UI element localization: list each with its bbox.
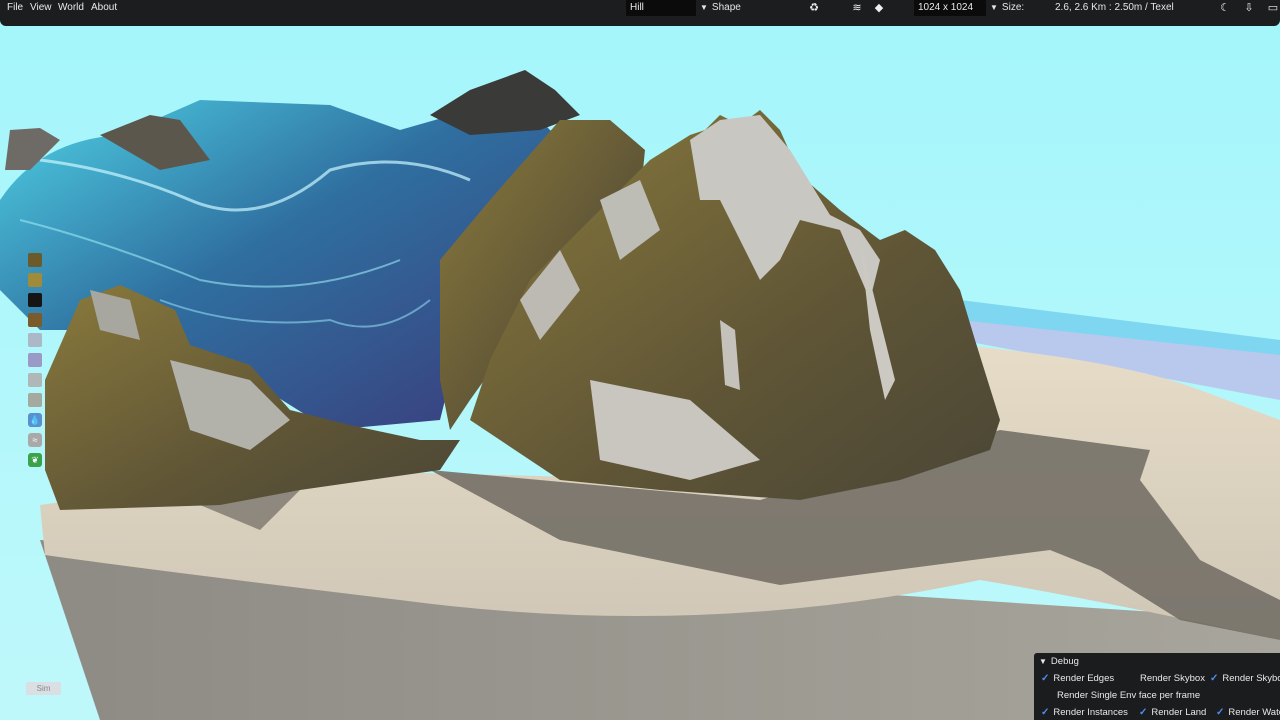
swatch-2[interactable] [28,293,42,307]
debug-header[interactable]: ▼ Debug [1039,656,1079,667]
menu-file[interactable]: File [7,0,23,16]
option-label: Render Land [1151,707,1207,718]
moon-icon[interactable]: ☾ [1218,0,1232,16]
option-render-skybox[interactable]: Render Skybox [1140,673,1205,684]
checkbox-checked-icon: ✓ [1210,673,1219,684]
checkbox-checked-icon: ✓ [1216,707,1225,718]
swatch-1[interactable] [28,273,42,287]
dropdown-caret-icon: ▼ [990,3,998,12]
checkbox-checked-icon: ✓ [1041,707,1050,718]
layers-icon[interactable]: ≋ [850,0,864,16]
size-dropdown[interactable]: ▼ Size: [990,0,1024,16]
eraser-icon[interactable]: ◆ [872,0,886,16]
plant-icon[interactable]: ❦ [28,453,42,467]
brush-field[interactable]: Hill [626,0,696,16]
debug-panel: ▼ Debug ✓ Render Edges Render Skybox ✓ Rend… [1034,653,1280,720]
top-menu-bar: File View World About Hill ▼ Shape ♻ ≋ ◆ … [0,0,1280,26]
option-render-instances[interactable]: ✓ Render Instances [1041,707,1128,718]
swatch-4[interactable] [28,333,42,347]
terrain-viewport[interactable] [0,0,1280,720]
swatch-0[interactable] [28,253,42,267]
checkbox-checked-icon: ✓ [1139,707,1148,718]
sim-button[interactable]: Sim [26,682,61,695]
debug-title: Debug [1050,656,1079,667]
shape-dropdown[interactable]: ▼ Shape [700,0,741,16]
option-label: Render Single Env face per frame [1057,690,1201,701]
swatch-5[interactable] [28,353,42,367]
swatch-7[interactable] [28,393,42,407]
menu-world[interactable]: World [58,0,84,16]
option-render-water[interactable]: ✓Render Water [1216,707,1280,718]
swatch-3[interactable] [28,313,42,327]
option-label: Render Skybox [1222,673,1280,684]
option-label: Render Instances [1053,707,1128,718]
menu-view[interactable]: View [30,0,52,16]
option-render-land[interactable]: ✓ Render Land [1139,707,1206,718]
window-icon[interactable]: ▭ [1266,0,1280,16]
size-label: Size: [1001,2,1025,13]
swatch-6[interactable] [28,373,42,387]
dropdown-caret-icon: ▼ [700,3,708,12]
option-label: Render Skybox [1140,673,1205,684]
sort-icon[interactable]: ⇩ [1242,0,1256,16]
option-render-edges[interactable]: ✓ Render Edges [1041,673,1114,684]
recycle-icon[interactable]: ♻ [807,0,821,16]
shape-label: Shape [711,2,741,13]
option-label: Render Water [1228,707,1280,718]
checkbox-checked-icon: ✓ [1041,673,1050,684]
menu-about[interactable]: About [91,0,117,16]
option-single-env-face[interactable]: Render Single Env face per frame [1057,690,1200,701]
option-render-skybox-2[interactable]: ✓Render Skybox [1210,673,1280,684]
resolution-field[interactable]: 1024 x 1024 [914,0,986,16]
option-label: Render Edges [1053,673,1115,684]
size-value: 2.6, 2.6 Km : 2.50m / Texel [1055,2,1174,13]
collapse-caret-icon: ▼ [1039,657,1047,666]
wind-icon[interactable]: ≈ [28,433,42,447]
water-drop-icon[interactable]: 💧 [28,413,42,427]
